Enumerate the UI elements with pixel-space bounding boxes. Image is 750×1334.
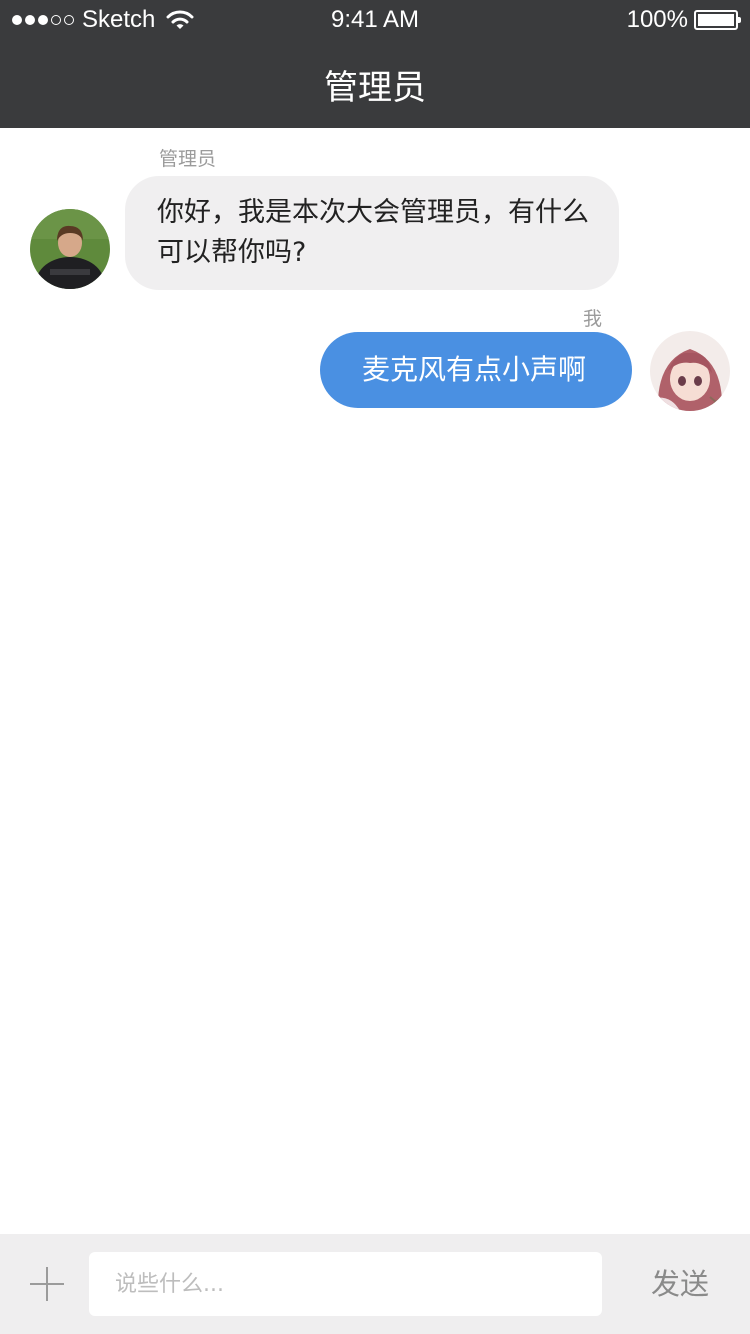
status-bar: Sketch 9:41 AM 100% (0, 0, 750, 40)
user-avatar[interactable] (650, 331, 730, 411)
message-list: 管理员 你好，我是本次大会管理员，有什么可以帮你吗? 我 麦克风有点小声啊 (0, 128, 750, 1234)
sender-name-admin: 管理员 (159, 148, 217, 170)
battery-percent: 100% (626, 6, 688, 33)
sender-name-me: 我 (583, 308, 603, 330)
battery-status: 100% (626, 6, 741, 34)
composer-bar: 发送 (0, 1234, 750, 1334)
chat-screen: Sketch 9:41 AM 100% 管理员 管理员 你好，我是本次大会管理员… (0, 0, 750, 1334)
page-title: 管理员 (324, 67, 426, 108)
message-input[interactable] (89, 1252, 602, 1316)
admin-avatar[interactable] (30, 209, 110, 289)
outgoing-message-bubble: 麦克风有点小声啊 (320, 332, 632, 408)
incoming-message-bubble: 你好，我是本次大会管理员，有什么可以帮你吗? (125, 176, 619, 290)
plus-icon[interactable] (30, 1267, 64, 1301)
battery-icon (694, 10, 741, 30)
navigation-bar: 管理员 (0, 40, 750, 128)
send-button[interactable]: 发送 (640, 1260, 720, 1308)
